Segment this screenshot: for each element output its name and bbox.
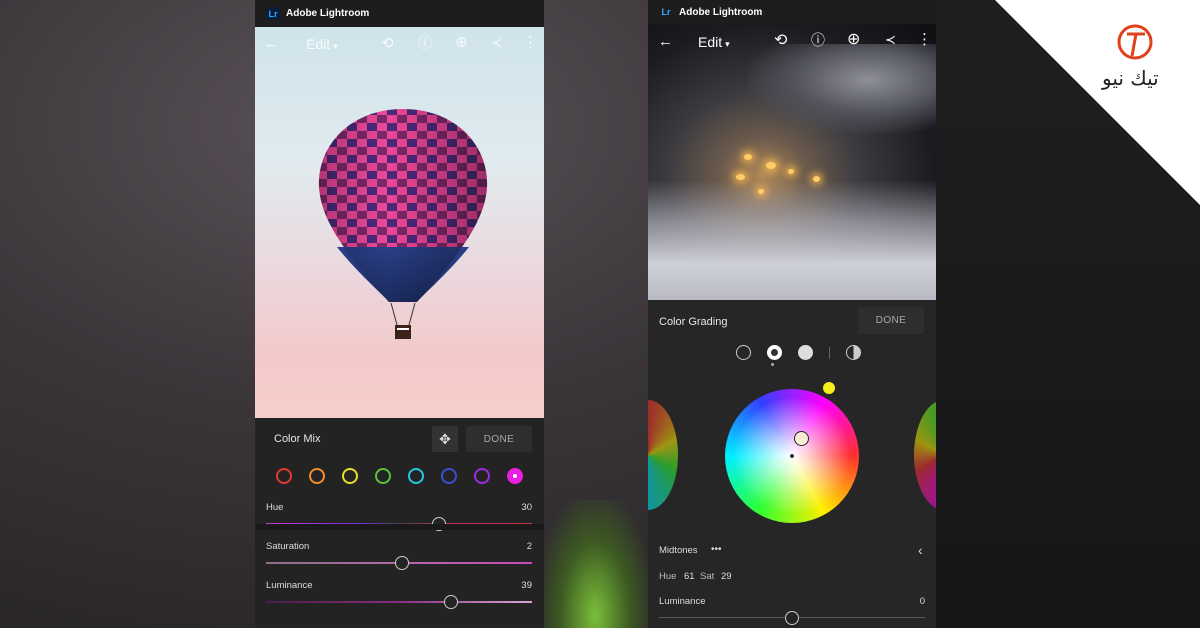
selected-indicator bbox=[771, 363, 774, 366]
chevron-down-icon: ▾ bbox=[725, 39, 730, 49]
edit-dropdown[interactable]: Edit ▾ bbox=[698, 34, 730, 50]
house-light bbox=[744, 154, 752, 160]
help-icon[interactable]: ⓘ bbox=[418, 36, 432, 50]
add-icon[interactable]: ⊕ bbox=[455, 35, 468, 50]
phone-color-grading: Lr Adobe Lightroom ← Edit ▾ ⟲ ⓘ ⊕ ≺ ⋮ Col… bbox=[648, 0, 936, 628]
color-channel-dot[interactable] bbox=[507, 468, 523, 484]
slider-label: Saturation bbox=[266, 541, 310, 552]
target-adjust-button[interactable]: ✥ bbox=[432, 426, 458, 452]
luminance-slider[interactable]: Luminance 39 bbox=[266, 580, 532, 609]
slider-knob[interactable] bbox=[443, 595, 458, 609]
share-icon[interactable]: ≺ bbox=[885, 33, 896, 46]
color-channel-dot[interactable] bbox=[474, 468, 490, 484]
balloon-illustration bbox=[318, 109, 488, 339]
divider bbox=[255, 524, 544, 530]
house-light bbox=[766, 162, 776, 169]
lightroom-logo: Lr bbox=[266, 7, 280, 20]
color-grading-panel: Color Grading DONE Midtones ••• ‹ Hue 61… bbox=[648, 300, 936, 628]
midtones-mode-icon[interactable] bbox=[767, 345, 782, 360]
hue-label: Hue bbox=[659, 571, 677, 582]
chevron-down-icon: ▾ bbox=[333, 41, 338, 51]
lightroom-logo: Lr bbox=[661, 7, 671, 17]
color-channel-dot[interactable] bbox=[342, 468, 358, 484]
more-options-icon[interactable]: ••• bbox=[711, 544, 722, 555]
back-arrow-icon[interactable]: ← bbox=[658, 34, 673, 49]
panel-title: Color Mix bbox=[274, 433, 321, 445]
phone-color-mix: Lr Adobe Lightroom ← Edit ▾ ⟲ ⓘ ⊕ ≺ ⋮ Co… bbox=[255, 0, 544, 628]
slider-value: 2 bbox=[526, 541, 532, 552]
done-button[interactable]: DONE bbox=[858, 307, 924, 334]
panel-title: Color Grading bbox=[659, 316, 728, 328]
saturation-slider[interactable]: Saturation 2 bbox=[266, 541, 532, 570]
snow-ground bbox=[648, 180, 936, 300]
app-header: Lr Adobe Lightroom bbox=[648, 0, 936, 24]
more-vertical-icon[interactable]: ⋮ bbox=[917, 32, 932, 47]
undo-icon[interactable]: ⟲ bbox=[381, 36, 394, 51]
slider-label: Luminance bbox=[266, 580, 313, 591]
watermark-text: تيك نيو bbox=[1102, 66, 1159, 90]
slider-value: 39 bbox=[521, 580, 532, 591]
top-toolbar: ← Edit ▾ ⟲ ⓘ ⊕ ≺ ⋮ bbox=[648, 24, 936, 58]
more-vertical-icon[interactable]: ⋮ bbox=[523, 35, 538, 50]
hue-slider[interactable]: Hue 30 bbox=[266, 502, 532, 531]
house-light bbox=[758, 189, 764, 194]
luminance-slider[interactable]: Luminance 0 bbox=[659, 596, 925, 625]
divider bbox=[829, 346, 830, 359]
prev-color-wheel[interactable] bbox=[648, 400, 678, 510]
house-light bbox=[813, 176, 820, 182]
chevron-left-icon[interactable]: ‹ bbox=[918, 542, 923, 558]
color-channel-dot[interactable] bbox=[408, 468, 424, 484]
photo-hot-air-balloon bbox=[255, 27, 544, 418]
color-channel-dot[interactable] bbox=[441, 468, 457, 484]
app-title: Adobe Lightroom bbox=[286, 8, 370, 19]
slider-value: 0 bbox=[919, 596, 925, 607]
app-header: Lr Adobe Lightroom bbox=[255, 0, 544, 27]
edit-label: Edit bbox=[306, 36, 331, 52]
share-icon[interactable]: ≺ bbox=[491, 36, 502, 49]
color-channel-dot[interactable] bbox=[375, 468, 391, 484]
global-mode-icon[interactable] bbox=[846, 345, 861, 360]
back-arrow-icon[interactable]: ← bbox=[264, 36, 279, 51]
house-light bbox=[736, 174, 745, 180]
done-button[interactable]: DONE bbox=[466, 426, 532, 452]
slider-knob[interactable] bbox=[394, 556, 409, 570]
house-light bbox=[788, 169, 794, 174]
background-glow bbox=[540, 500, 650, 628]
color-channel-selector bbox=[276, 468, 523, 484]
sat-label: Sat bbox=[700, 571, 715, 582]
hue-value[interactable]: 61 bbox=[684, 571, 695, 582]
undo-icon[interactable]: ⟲ bbox=[774, 33, 787, 49]
highlights-mode-icon[interactable] bbox=[798, 345, 813, 360]
shadows-mode-icon[interactable] bbox=[736, 345, 751, 360]
color-channel-dot[interactable] bbox=[309, 468, 325, 484]
edit-label: Edit bbox=[698, 34, 723, 50]
wheel-hue-handle[interactable] bbox=[794, 431, 809, 446]
grading-mode-selector bbox=[736, 345, 861, 360]
help-icon[interactable]: ⓘ bbox=[811, 33, 825, 47]
slider-value: 30 bbox=[521, 502, 532, 513]
color-channel-dot[interactable] bbox=[276, 468, 292, 484]
wheel-center-dot bbox=[790, 454, 794, 458]
edit-dropdown[interactable]: Edit ▾ bbox=[306, 36, 338, 52]
app-title: Adobe Lightroom bbox=[679, 6, 763, 18]
slider-label: Luminance bbox=[659, 596, 706, 607]
add-icon[interactable]: ⊕ bbox=[847, 32, 860, 48]
watermark-corner bbox=[995, 0, 1200, 205]
crosshair-icon: ✥ bbox=[439, 430, 451, 447]
slider-track[interactable] bbox=[266, 601, 532, 603]
photo-snowy-village bbox=[648, 24, 936, 300]
wheel-edge-handle[interactable] bbox=[823, 382, 835, 394]
section-label: Midtones bbox=[659, 545, 698, 556]
top-toolbar: ← Edit ▾ ⟲ ⓘ ⊕ ≺ ⋮ bbox=[255, 27, 544, 61]
sat-value[interactable]: 29 bbox=[721, 571, 732, 582]
color-mix-panel: Color Mix ✥ DONE Hue 30 Saturation 2 Lum… bbox=[255, 418, 544, 628]
next-color-wheel[interactable] bbox=[914, 400, 936, 510]
slider-label: Hue bbox=[266, 502, 284, 513]
slider-knob[interactable] bbox=[785, 611, 799, 625]
